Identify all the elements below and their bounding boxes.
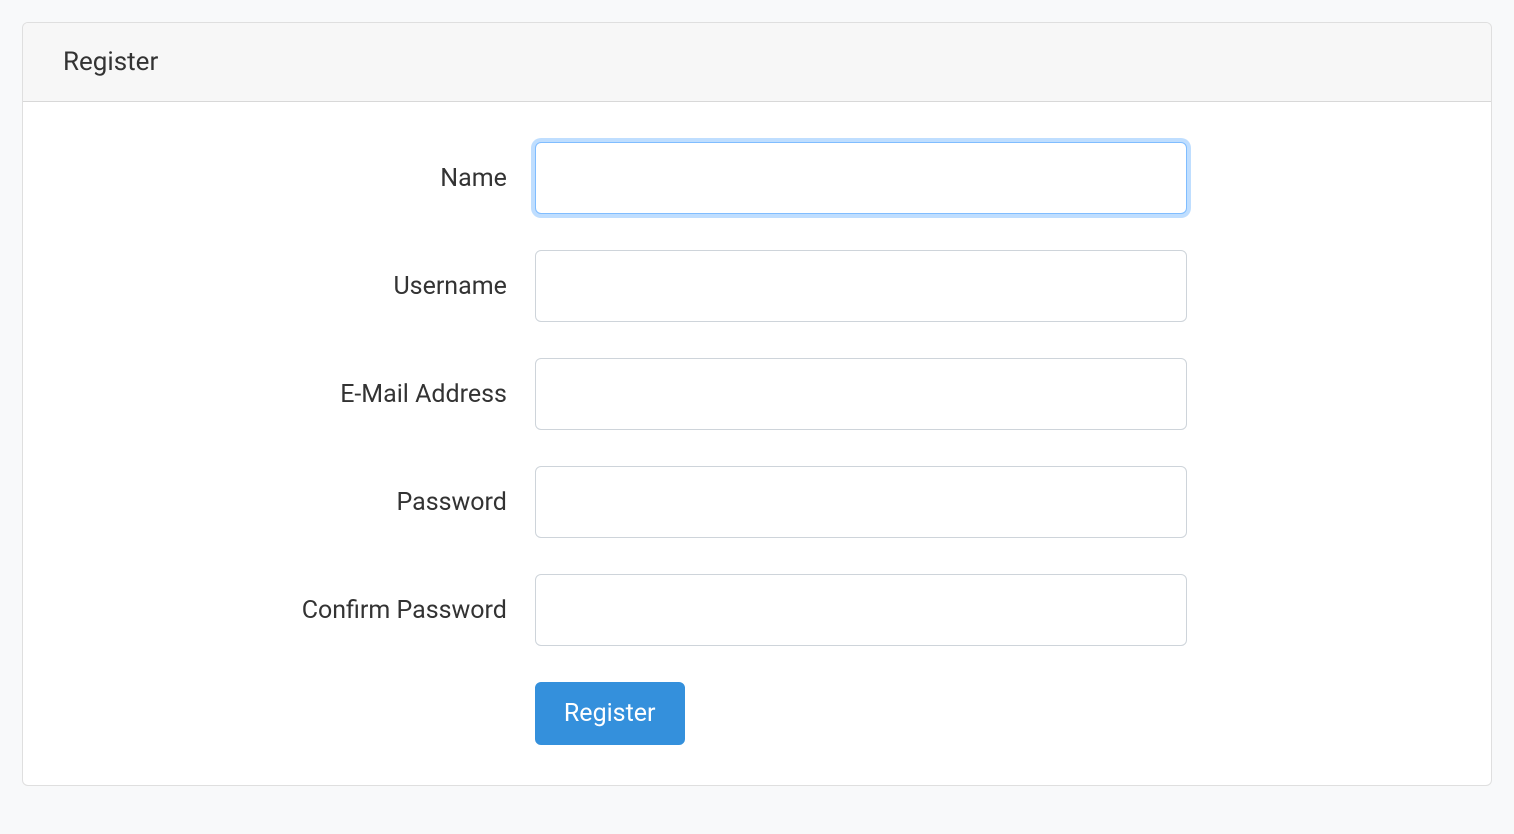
form-row-password: Password xyxy=(63,466,1451,538)
card-title: Register xyxy=(63,47,158,77)
confirm-password-input-wrapper xyxy=(535,574,1187,646)
confirm-password-label: Confirm Password xyxy=(63,596,535,625)
password-input-wrapper xyxy=(535,466,1187,538)
email-input-wrapper xyxy=(535,358,1187,430)
register-button[interactable]: Register xyxy=(535,682,685,745)
username-label: Username xyxy=(63,272,535,301)
username-input-wrapper xyxy=(535,250,1187,322)
name-input[interactable] xyxy=(535,142,1187,214)
form-row-email: E-Mail Address xyxy=(63,358,1451,430)
name-label: Name xyxy=(63,164,535,193)
password-label: Password xyxy=(63,488,535,517)
form-row-name: Name xyxy=(63,142,1451,214)
email-label: E-Mail Address xyxy=(63,380,535,409)
form-row-username: Username xyxy=(63,250,1451,322)
username-input[interactable] xyxy=(535,250,1187,322)
email-input[interactable] xyxy=(535,358,1187,430)
register-card: Register Name Username E-Mail Address Pa… xyxy=(22,22,1492,786)
button-offset xyxy=(63,682,535,745)
name-input-wrapper xyxy=(535,142,1187,214)
card-header: Register xyxy=(23,23,1491,102)
card-body: Name Username E-Mail Address Password xyxy=(23,102,1491,785)
password-input[interactable] xyxy=(535,466,1187,538)
confirm-password-input[interactable] xyxy=(535,574,1187,646)
button-row: Register xyxy=(63,682,1451,745)
form-row-confirm-password: Confirm Password xyxy=(63,574,1451,646)
